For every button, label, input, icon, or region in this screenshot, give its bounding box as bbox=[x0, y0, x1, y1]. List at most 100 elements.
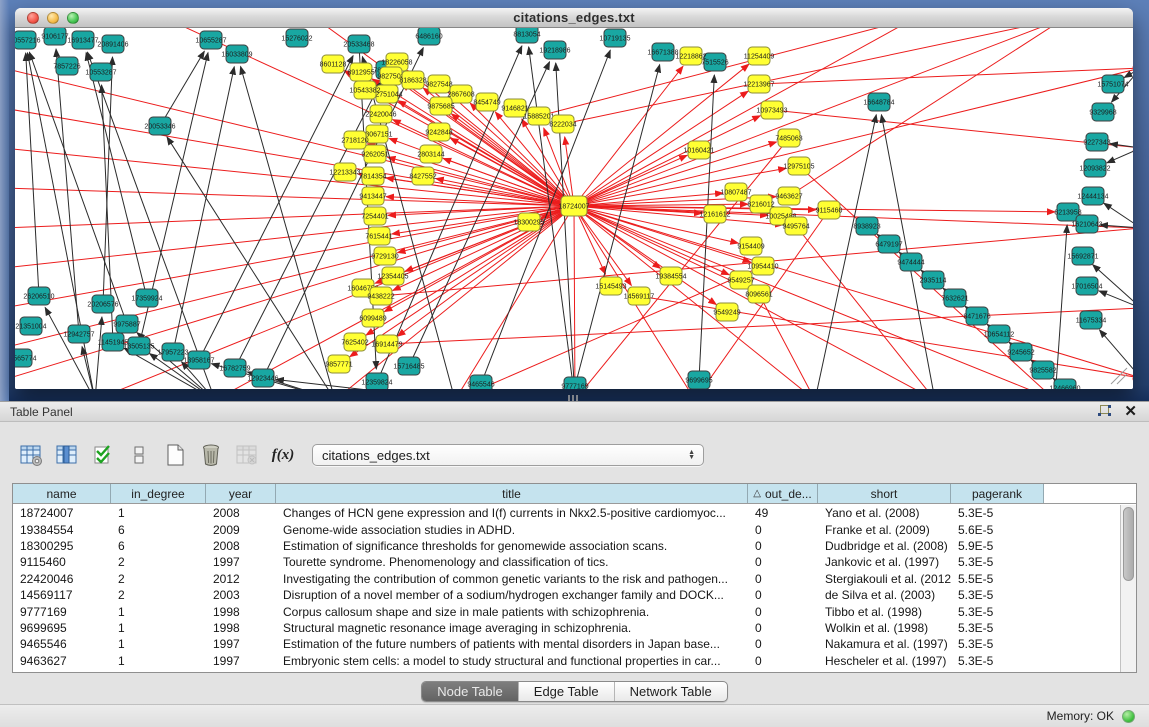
column-header-pagerank[interactable]: pagerank bbox=[951, 484, 1044, 503]
graph-node[interactable]: 7254401 bbox=[361, 207, 388, 225]
table-cell[interactable]: 0 bbox=[748, 539, 818, 553]
graph-node[interactable]: 9413447 bbox=[359, 187, 386, 205]
graph-node[interactable]: 10543382 bbox=[349, 81, 380, 99]
tab-edge-table[interactable]: Edge Table bbox=[518, 682, 614, 701]
table-cell[interactable]: 6 bbox=[111, 523, 206, 537]
citation-edge-red[interactable] bbox=[574, 155, 687, 206]
graph-node[interactable]: 9245652 bbox=[1007, 343, 1034, 361]
table-cell[interactable]: 1997 bbox=[206, 654, 276, 668]
graph-node[interactable]: 9115460 bbox=[816, 201, 843, 219]
table-cell[interactable]: Hescheler et al. (1997) bbox=[818, 654, 951, 668]
citation-edge-red[interactable] bbox=[393, 206, 574, 291]
graph-node[interactable]: 12354405 bbox=[377, 267, 408, 285]
graph-node[interactable]: 18300295 bbox=[513, 213, 544, 231]
close-panel-icon[interactable]: ✕ bbox=[1124, 404, 1137, 419]
table-row[interactable]: 1872400712008Changes of HCN gene express… bbox=[13, 505, 1119, 521]
table-cell[interactable]: 2 bbox=[111, 555, 206, 569]
graph-node[interactable]: 6486160 bbox=[415, 28, 442, 45]
table-cell[interactable]: 1 bbox=[111, 506, 206, 520]
graph-node[interactable]: 12444134 bbox=[1077, 187, 1108, 205]
graph-node[interactable]: 7625402 bbox=[341, 333, 368, 351]
graph-node[interactable]: 15692871 bbox=[1067, 247, 1098, 265]
graph-node[interactable]: 8938923 bbox=[853, 217, 880, 235]
table-panel-header[interactable]: Table Panel ✕ bbox=[0, 401, 1149, 422]
table-cell[interactable]: 49 bbox=[748, 506, 818, 520]
delete-column-icon[interactable] bbox=[196, 441, 226, 469]
graph-node[interactable]: 9549249 bbox=[713, 303, 740, 321]
table-cell[interactable]: 5.3E-5 bbox=[951, 506, 1044, 520]
table-cell[interactable]: 9699695 bbox=[13, 621, 111, 635]
citation-edge-black[interactable] bbox=[1107, 148, 1133, 163]
table-cell[interactable]: 9465546 bbox=[13, 637, 111, 651]
graph-node[interactable]: 9729130 bbox=[371, 247, 398, 265]
citation-edge-red[interactable] bbox=[15, 206, 574, 228]
citation-edge-black[interactable] bbox=[815, 115, 876, 389]
table-cell[interactable]: 19384554 bbox=[13, 523, 111, 537]
table-cell[interactable]: 1 bbox=[111, 654, 206, 668]
graph-node[interactable]: 9154409 bbox=[737, 237, 764, 255]
graph-node[interactable]: 10654112 bbox=[984, 325, 1015, 343]
graph-node[interactable]: 9495764 bbox=[782, 217, 809, 235]
citation-edge-red[interactable] bbox=[789, 28, 1065, 196]
table-row[interactable]: 977716911998Corpus callosum shape and si… bbox=[13, 603, 1119, 619]
graph-node[interactable]: 9329968 bbox=[1089, 103, 1116, 121]
graph-node[interactable]: 15751074 bbox=[1097, 75, 1128, 93]
graph-node[interactable]: 9106177 bbox=[41, 28, 68, 45]
graph-node[interactable]: 8912955 bbox=[347, 63, 374, 81]
table-cell[interactable]: 1 bbox=[111, 605, 206, 619]
table-cell[interactable]: 0 bbox=[748, 555, 818, 569]
citation-edge-red[interactable] bbox=[15, 68, 574, 206]
minimize-window-icon[interactable] bbox=[47, 12, 59, 24]
citation-edge-black[interactable] bbox=[556, 63, 575, 389]
graph-node[interactable]: 6479197 bbox=[875, 235, 902, 253]
graph-node[interactable]: 26206510 bbox=[23, 287, 54, 305]
table-cell[interactable]: 5.3E-5 bbox=[951, 555, 1044, 569]
table-scrollbar-thumb[interactable] bbox=[1123, 507, 1134, 581]
graph-node[interactable]: 16671388 bbox=[647, 43, 678, 61]
table-cell[interactable]: 2012 bbox=[206, 572, 276, 586]
graph-node[interactable]: 9827548 bbox=[425, 75, 452, 93]
column-header-short[interactable]: short bbox=[818, 484, 951, 503]
graph-node[interactable]: 7485063 bbox=[775, 129, 802, 147]
graph-node[interactable]: 10160421 bbox=[683, 141, 714, 159]
graph-node[interactable]: 7857226 bbox=[53, 57, 80, 75]
table-cell[interactable]: 0 bbox=[748, 637, 818, 651]
table-cell[interactable]: 2 bbox=[111, 572, 206, 586]
table-cell[interactable]: 1 bbox=[111, 621, 206, 635]
table-cell[interactable]: Stergiakouli et al. (2012) bbox=[818, 572, 951, 586]
tab-network-table[interactable]: Network Table bbox=[614, 682, 727, 701]
citation-edge-black[interactable] bbox=[241, 67, 335, 389]
table-cell[interactable]: 9777169 bbox=[13, 605, 111, 619]
window-titlebar[interactable]: citations_edges.txt bbox=[15, 8, 1133, 28]
graph-node[interactable]: 9438222 bbox=[367, 287, 394, 305]
graph-node[interactable]: 13505135 bbox=[123, 337, 154, 355]
graph-node[interactable]: 8222034 bbox=[549, 115, 576, 133]
graph-node[interactable]: 9242848 bbox=[425, 123, 452, 141]
citation-edge-red[interactable] bbox=[397, 206, 574, 336]
graph-node[interactable]: 2803144 bbox=[417, 145, 444, 163]
graph-node[interactable]: 9975887 bbox=[113, 315, 140, 333]
graph-node[interactable]: 15276022 bbox=[281, 29, 312, 47]
citation-edge-red[interactable] bbox=[358, 174, 574, 206]
table-cell[interactable]: 0 bbox=[748, 572, 818, 586]
graph-node[interactable]: 12093822 bbox=[1079, 159, 1110, 177]
table-cell[interactable]: 5.5E-5 bbox=[951, 572, 1044, 586]
graph-node[interactable]: 8813054 bbox=[513, 28, 540, 43]
table-cell[interactable]: 22420046 bbox=[13, 572, 111, 586]
citation-edge-red[interactable] bbox=[574, 68, 1133, 206]
table-cell[interactable]: 5.3E-5 bbox=[951, 637, 1044, 651]
table-cell[interactable]: Structural magnetic resonance image aver… bbox=[276, 621, 748, 635]
graph-node[interactable]: 8096561 bbox=[745, 285, 772, 303]
graph-node[interactable]: 16648784 bbox=[863, 93, 894, 111]
table-cell[interactable]: Jankovic et al. (1997) bbox=[818, 555, 951, 569]
table-cell[interactable]: 2009 bbox=[206, 523, 276, 537]
memory-status-icon[interactable] bbox=[1122, 710, 1135, 723]
citation-edge-red[interactable] bbox=[15, 206, 574, 348]
graph-node[interactable]: 16033809 bbox=[221, 45, 252, 63]
citation-edge-black[interactable] bbox=[29, 52, 127, 324]
citation-edge-black[interactable] bbox=[26, 53, 39, 296]
citation-edge-black[interactable] bbox=[56, 49, 79, 334]
citation-edge-black[interactable] bbox=[86, 53, 147, 298]
clear-selection-icon[interactable] bbox=[124, 441, 154, 469]
graph-node[interactable]: 15716485 bbox=[393, 357, 424, 375]
